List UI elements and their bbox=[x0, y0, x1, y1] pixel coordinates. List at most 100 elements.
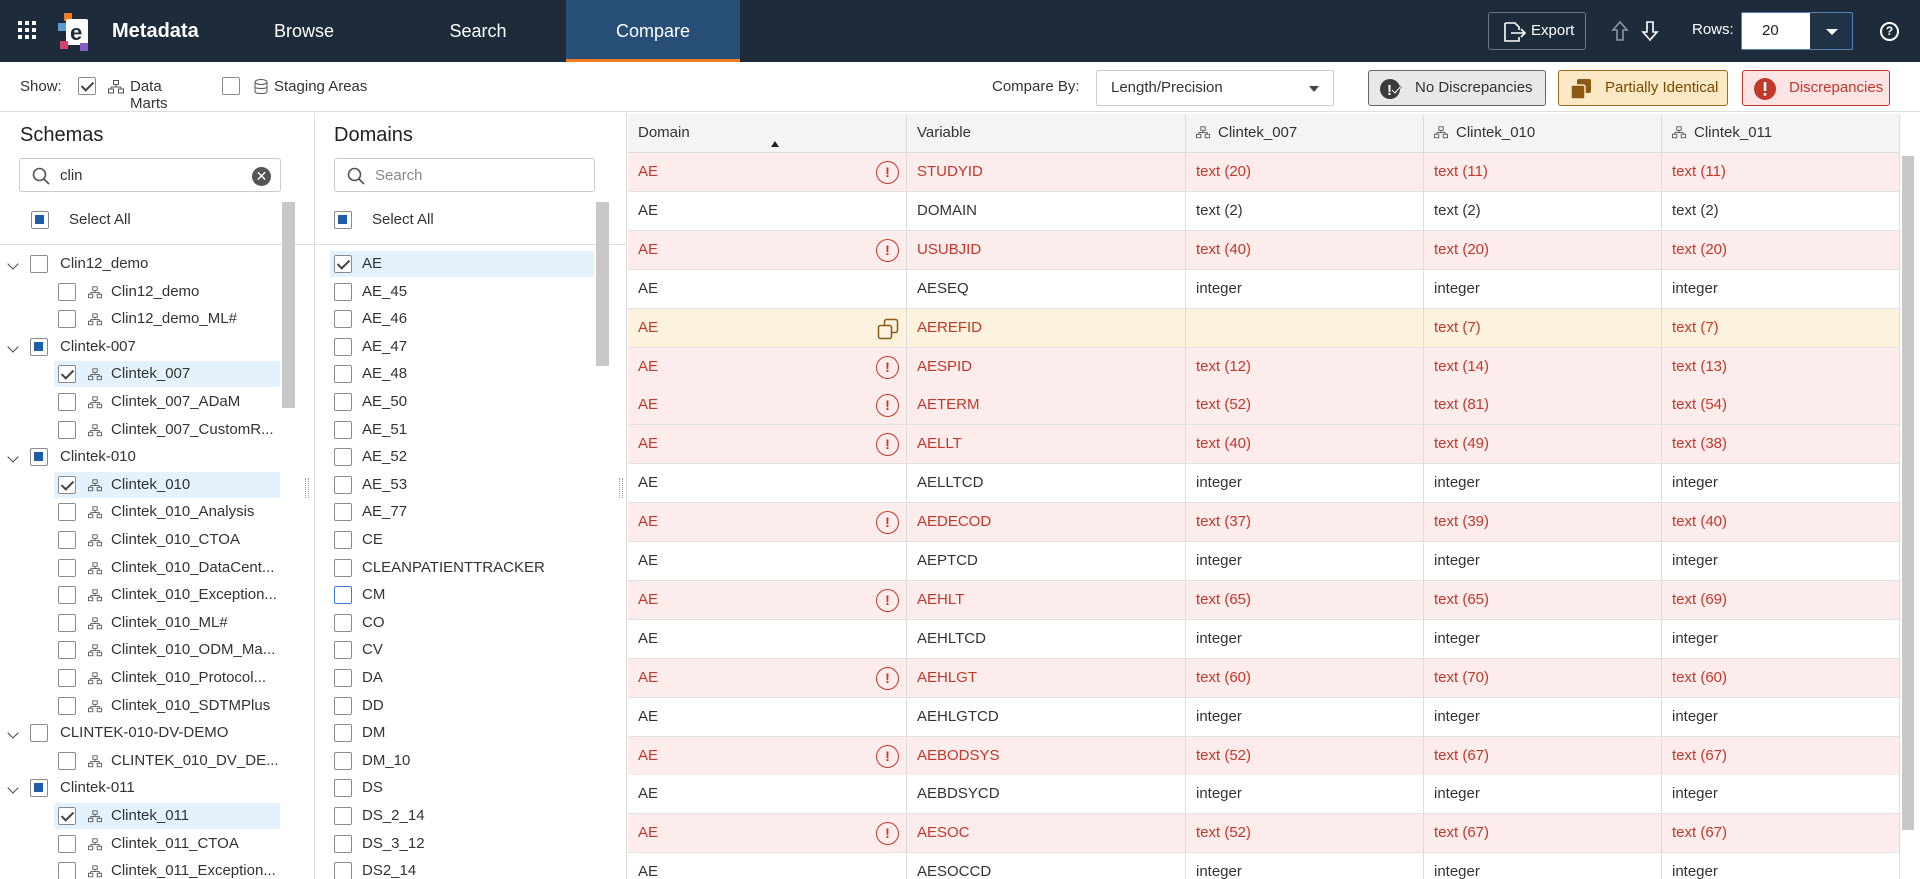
domain-item-checkbox[interactable] bbox=[334, 696, 352, 715]
compare-by-select[interactable]: Length/Precision bbox=[1096, 70, 1334, 106]
domain-item[interactable]: DS_3_12 bbox=[330, 831, 594, 857]
domain-item-checkbox[interactable] bbox=[334, 779, 352, 798]
schema-item[interactable]: Clintek_007_ADaM bbox=[54, 389, 280, 415]
domain-item[interactable]: AE_48 bbox=[330, 361, 594, 387]
domain-item[interactable]: AE_45 bbox=[330, 279, 594, 305]
table-row[interactable]: AE! AETERM text (52) text (81) text (54) bbox=[628, 386, 1900, 426]
domain-item[interactable]: CM bbox=[330, 582, 594, 608]
tab-search[interactable]: Search bbox=[420, 0, 536, 62]
domain-item[interactable]: DA bbox=[330, 665, 594, 691]
export-button[interactable]: Export bbox=[1488, 12, 1586, 50]
domain-item-checkbox[interactable] bbox=[334, 282, 352, 301]
schema-item-checkbox[interactable] bbox=[58, 834, 76, 853]
column-header-domain[interactable]: Domain bbox=[628, 114, 907, 153]
schema-item[interactable]: Clintek_010_Protocol... bbox=[54, 665, 280, 691]
schema-group[interactable]: Clintek-011 bbox=[0, 775, 280, 801]
domain-item-checkbox[interactable] bbox=[334, 337, 352, 356]
table-row[interactable]: AE AEHLGTCD integer integer integer bbox=[628, 697, 1900, 737]
schema-item-checkbox[interactable] bbox=[58, 531, 76, 549]
schema-item-checkbox[interactable] bbox=[58, 613, 76, 632]
domain-item[interactable]: DS bbox=[330, 775, 594, 801]
domain-item[interactable]: AE bbox=[330, 251, 594, 277]
table-row[interactable]: AE AEBDSYCD integer integer integer bbox=[628, 775, 1900, 815]
chevron-down-icon[interactable] bbox=[7, 782, 19, 795]
data-marts-checkbox[interactable] bbox=[78, 77, 96, 96]
apps-grid-icon[interactable] bbox=[18, 21, 36, 39]
domain-item[interactable]: DD bbox=[330, 693, 594, 719]
clear-icon[interactable]: ✕ bbox=[252, 167, 271, 186]
domain-item[interactable]: DS2_14 bbox=[330, 858, 594, 879]
staging-areas-checkbox[interactable] bbox=[222, 77, 240, 96]
table-row[interactable]: AE! AELLT text (40) text (49) text (38) bbox=[628, 425, 1900, 465]
table-row[interactable]: AE! AEHLGT text (60) text (70) text (60) bbox=[628, 658, 1900, 698]
rows-value[interactable]: 20 bbox=[1742, 13, 1810, 49]
schema-item[interactable]: Clintek_010_Analysis bbox=[54, 499, 280, 525]
column-header-clintek-011[interactable]: Clintek_011 bbox=[1662, 114, 1900, 153]
schema-item-checkbox[interactable] bbox=[58, 365, 76, 384]
domain-item[interactable]: CLEANPATIENTTRACKER bbox=[330, 555, 594, 581]
table-row[interactable]: AE! AEBODSYS text (52) text (67) text (67) bbox=[628, 736, 1900, 776]
schema-item-checkbox[interactable] bbox=[58, 310, 76, 329]
column-header-clintek-007[interactable]: Clintek_007 bbox=[1186, 114, 1424, 153]
arrow-down-icon[interactable] bbox=[1640, 20, 1660, 42]
schemas-splitter[interactable] bbox=[305, 478, 309, 498]
schema-item[interactable]: Clintek_007 bbox=[54, 361, 280, 388]
domain-item[interactable]: AE_51 bbox=[330, 417, 594, 443]
schema-item-checkbox[interactable] bbox=[58, 862, 76, 879]
table-row[interactable]: AE! AEHLT text (65) text (65) text (69) bbox=[628, 580, 1900, 620]
tab-browse[interactable]: Browse bbox=[246, 0, 362, 62]
schema-item-checkbox[interactable] bbox=[58, 586, 76, 605]
table-row[interactable]: AE! AEDECOD text (37) text (39) text (40) bbox=[628, 503, 1900, 543]
schema-item-checkbox[interactable] bbox=[58, 282, 76, 301]
chevron-down-icon[interactable] bbox=[1826, 29, 1838, 35]
schema-group[interactable]: CLINTEK-010-DV-DEMO bbox=[0, 720, 280, 746]
table-row[interactable]: AE AEPTCD integer integer integer bbox=[628, 542, 1900, 581]
domain-item-checkbox[interactable] bbox=[334, 420, 352, 439]
table-row[interactable]: AE! AESOC text (52) text (67) text (67) bbox=[628, 814, 1900, 854]
domain-item[interactable]: AE_52 bbox=[330, 444, 594, 470]
domain-item-checkbox[interactable] bbox=[334, 586, 352, 605]
domain-item-checkbox[interactable] bbox=[334, 503, 352, 522]
grid-scrollbar[interactable] bbox=[1902, 156, 1914, 830]
schema-item-checkbox[interactable] bbox=[58, 696, 76, 715]
schema-item[interactable]: Clintek_010_Exception... bbox=[54, 582, 280, 608]
domain-item-checkbox[interactable] bbox=[334, 613, 352, 632]
domain-item-checkbox[interactable] bbox=[334, 807, 352, 825]
legend-no-discrepancies[interactable]: ! No Discrepancies bbox=[1368, 70, 1546, 106]
schema-item[interactable]: Clintek_010_SDTMPlus bbox=[54, 693, 280, 719]
schema-item-checkbox[interactable] bbox=[58, 807, 76, 825]
domain-item[interactable]: AE_46 bbox=[330, 306, 594, 332]
chevron-down-icon[interactable] bbox=[7, 451, 19, 463]
column-header-clintek-010[interactable]: Clintek_010 bbox=[1424, 114, 1662, 153]
schemas-search-input[interactable] bbox=[60, 164, 260, 186]
schemas-search-box[interactable]: ✕ bbox=[19, 158, 281, 192]
schema-item[interactable]: Clintek_010_ODM_Ma... bbox=[54, 637, 280, 663]
schema-item-checkbox[interactable] bbox=[58, 475, 76, 494]
schema-item-checkbox[interactable] bbox=[58, 751, 76, 770]
domain-item[interactable]: DS_2_14 bbox=[330, 803, 594, 829]
schema-item-checkbox[interactable] bbox=[58, 393, 76, 411]
domains-splitter[interactable] bbox=[619, 478, 623, 498]
table-row[interactable]: AE AELLTCD integer integer integer bbox=[628, 464, 1900, 504]
schema-group[interactable]: Clin12_demo bbox=[0, 251, 280, 277]
schema-group[interactable]: Clintek-007 bbox=[0, 334, 280, 360]
domain-item-checkbox[interactable] bbox=[334, 365, 352, 384]
domain-item[interactable]: DM_10 bbox=[330, 748, 594, 774]
schemas-select-all-checkbox[interactable] bbox=[31, 211, 49, 229]
domain-item[interactable]: AE_50 bbox=[330, 389, 594, 415]
table-row[interactable]: AE! USUBJID text (40) text (20) text (20) bbox=[628, 230, 1900, 270]
domain-item-checkbox[interactable] bbox=[334, 255, 352, 273]
domain-item-checkbox[interactable] bbox=[334, 393, 352, 411]
tab-compare[interactable]: Compare bbox=[566, 0, 740, 62]
schema-item[interactable]: Clintek_010 bbox=[54, 471, 280, 498]
domain-item-checkbox[interactable] bbox=[334, 310, 352, 329]
domain-item-checkbox[interactable] bbox=[334, 724, 352, 743]
schema-item[interactable]: Clintek_010_DataCent... bbox=[54, 555, 280, 581]
table-row[interactable]: AE AESEQ integer integer integer bbox=[628, 269, 1900, 309]
schema-item[interactable]: Clintek_007_CustomR... bbox=[54, 417, 280, 443]
domains-select-all-checkbox[interactable] bbox=[334, 211, 352, 229]
domains-search-input[interactable] bbox=[375, 164, 575, 186]
schema-group-checkbox[interactable] bbox=[30, 724, 48, 743]
domain-item-checkbox[interactable] bbox=[334, 558, 352, 577]
legend-discrepancies[interactable]: Discrepancies bbox=[1742, 70, 1890, 106]
